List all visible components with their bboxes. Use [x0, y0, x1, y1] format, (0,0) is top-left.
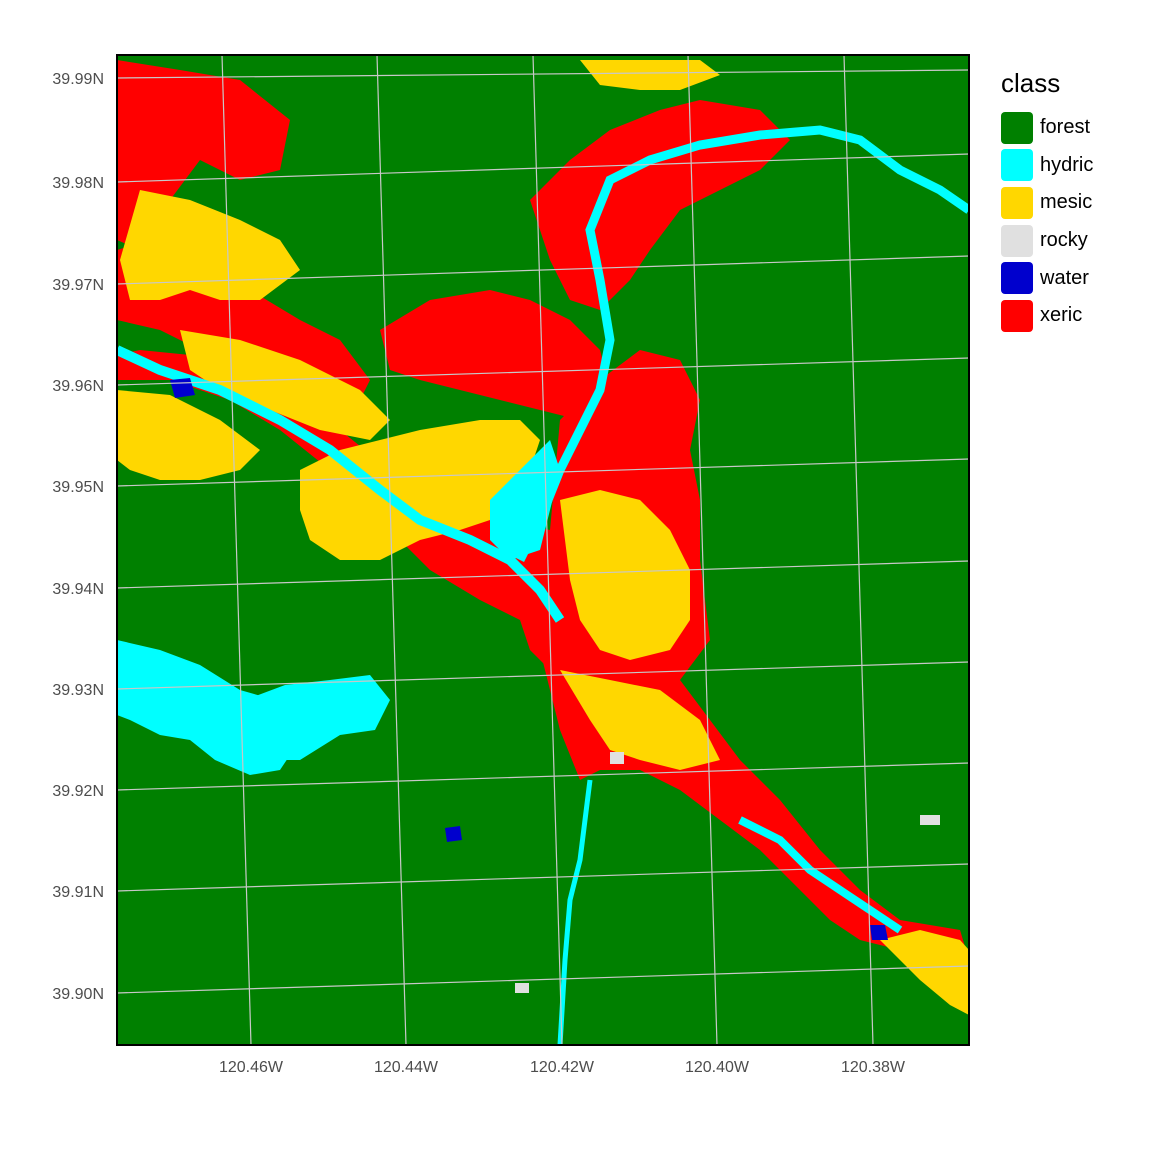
- y-tick-label: 39.95N: [52, 479, 104, 496]
- legend-swatch: [1001, 299, 1033, 332]
- water-spot-2: [445, 826, 462, 842]
- legend-label: water: [1040, 266, 1089, 289]
- legend-label: forest: [1040, 116, 1091, 139]
- x-tick-label: 120.46W: [219, 1059, 284, 1076]
- legend-swatch: [1001, 224, 1033, 257]
- water-spot-3: [870, 925, 888, 940]
- legend-title: class: [1001, 68, 1061, 98]
- legend-swatch: [1001, 262, 1033, 295]
- x-axis: 120.46W 120.44W 120.42W 120.40W 120.38W: [219, 1059, 906, 1076]
- legend-item-water: water: [1001, 259, 1093, 297]
- rocky-spot-3: [610, 752, 624, 764]
- land-class-map: 39.99N 39.98N 39.97N 39.96N 39.95N 39.94…: [52, 54, 970, 1076]
- y-tick-label: 39.99N: [52, 71, 104, 88]
- legend-item-rocky: rocky: [1001, 222, 1093, 260]
- legend-item-xeric: xeric: [1001, 297, 1093, 335]
- y-tick-label: 39.92N: [52, 783, 104, 800]
- legend-swatch: [1001, 111, 1033, 144]
- legend-label: rocky: [1040, 229, 1088, 252]
- legend-item-mesic: mesic: [1001, 184, 1093, 222]
- legend-label: xeric: [1040, 304, 1083, 327]
- legend: class forest hydric mesic rocky water xeric: [1001, 68, 1093, 335]
- y-axis: 39.99N 39.98N 39.97N 39.96N 39.95N 39.94…: [52, 71, 104, 1003]
- y-tick-label: 39.96N: [52, 378, 104, 395]
- legend-swatch: [1001, 186, 1033, 219]
- legend-items: forest hydric mesic rocky water xeric: [1001, 109, 1093, 335]
- legend-swatch: [1001, 149, 1033, 182]
- y-tick-label: 39.94N: [52, 581, 104, 598]
- rocky-spot: [920, 815, 940, 825]
- y-tick-label: 39.98N: [52, 175, 104, 192]
- legend-label: hydric: [1040, 153, 1094, 176]
- legend-item-forest: forest: [1001, 109, 1093, 147]
- x-tick-label: 120.40W: [685, 1059, 750, 1076]
- rocky-spot-2: [515, 983, 529, 993]
- x-tick-label: 120.42W: [530, 1059, 595, 1076]
- y-tick-label: 39.93N: [52, 682, 104, 699]
- y-tick-label: 39.91N: [52, 884, 104, 901]
- y-tick-label: 39.90N: [52, 986, 104, 1003]
- y-tick-label: 39.97N: [52, 277, 104, 294]
- x-tick-label: 120.38W: [841, 1059, 906, 1076]
- legend-label: mesic: [1040, 191, 1093, 214]
- legend-item-hydric: hydric: [1001, 147, 1093, 185]
- x-tick-label: 120.44W: [374, 1059, 439, 1076]
